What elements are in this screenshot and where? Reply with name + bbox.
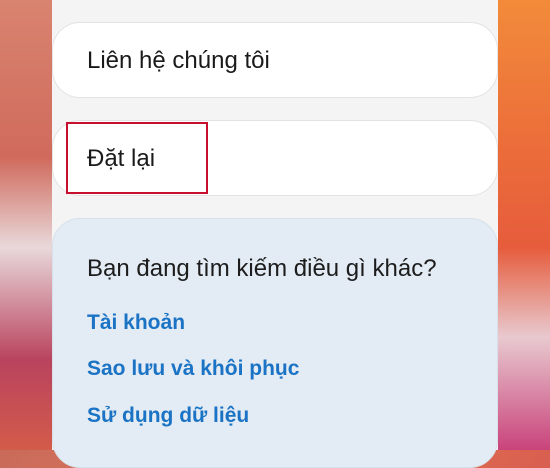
contact-us-label: Liên hệ chúng tôi — [87, 47, 270, 74]
data-usage-link[interactable]: Sử dụng dữ liệu — [87, 404, 249, 428]
reset-highlight-box — [66, 122, 208, 194]
wallpaper-left — [0, 0, 52, 450]
account-link[interactable]: Tài khoản — [87, 311, 185, 335]
panel-title: Bạn đang tìm kiếm điều gì khác? — [87, 255, 437, 282]
contact-us-item[interactable]: Liên hệ chúng tôi — [52, 22, 498, 98]
wallpaper-right — [498, 0, 550, 450]
looking-for-something-else-panel: Bạn đang tìm kiếm điều gì khác? Tài khoả… — [52, 218, 498, 468]
backup-restore-link[interactable]: Sao lưu và khôi phục — [87, 357, 299, 381]
